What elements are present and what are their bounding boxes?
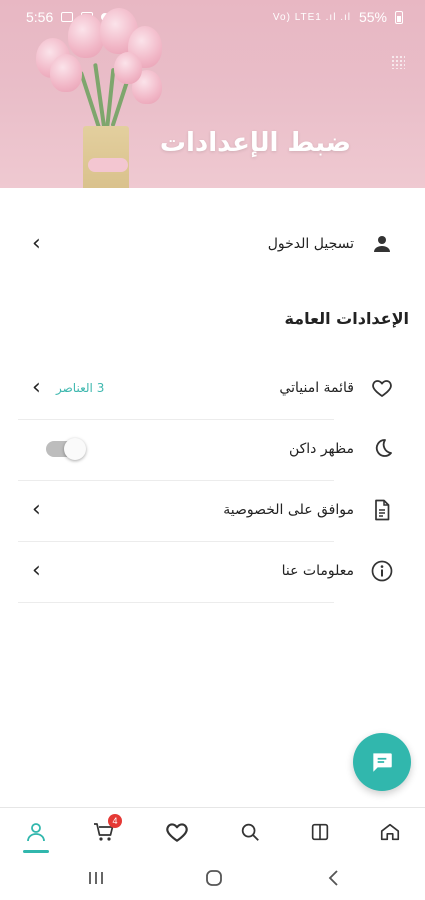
nav-cart[interactable]: 4 — [80, 808, 128, 856]
wishlist-row[interactable]: ‹ 3 العناصر قائمة امنياتي — [18, 358, 408, 418]
heart-icon — [166, 823, 188, 842]
nav-wishlist[interactable] — [153, 808, 201, 856]
dark-mode-label: مظهر داكن — [288, 441, 354, 457]
battery-percent: 55% — [358, 9, 387, 25]
home-button[interactable] — [194, 862, 234, 894]
about-label: معلومات عنا — [281, 563, 354, 579]
moon-icon — [370, 437, 394, 461]
about-row[interactable]: ‹ معلومات عنا — [18, 541, 408, 601]
chevron-left-icon: ‹ — [32, 375, 41, 400]
nav-search[interactable] — [226, 808, 274, 856]
signal-icon: Vo) LTE1 .ıl .ıl — [272, 11, 351, 23]
privacy-row[interactable]: ‹ موافق على الخصوصية — [18, 480, 408, 540]
divider — [18, 602, 334, 603]
profile-icon — [27, 823, 45, 842]
wishlist-count: 3 العناصر — [56, 381, 105, 395]
home-icon — [380, 823, 400, 841]
chat-icon — [373, 753, 392, 772]
header-banner: 5:56 Vo) LTE1 .ıl .ıl 55% ضبط الإعدادات — [0, 0, 425, 188]
heart-icon — [370, 376, 394, 400]
nav-home[interactable] — [366, 808, 414, 856]
active-indicator — [23, 850, 49, 853]
recent-apps-icon — [89, 872, 103, 884]
document-icon — [370, 498, 394, 522]
back-icon — [328, 870, 338, 886]
login-label: تسجيل الدخول — [267, 236, 354, 252]
privacy-label: موافق على الخصوصية — [223, 502, 354, 518]
battery-icon — [395, 10, 403, 24]
decorative-dots — [391, 55, 405, 69]
dark-mode-toggle[interactable] — [46, 438, 86, 460]
cart-badge: 4 — [108, 814, 122, 828]
general-settings-title: الإعدادات العامة — [284, 309, 409, 328]
wishlist-label: قائمة امنياتي — [279, 380, 354, 396]
dark-mode-row: مظهر داكن — [18, 419, 408, 479]
chevron-left-icon: ‹ — [32, 231, 41, 256]
login-row[interactable]: ‹ تسجيل الدخول — [18, 214, 408, 274]
book-icon — [311, 823, 329, 841]
info-icon — [370, 559, 394, 583]
chevron-left-icon: ‹ — [32, 558, 41, 583]
nav-categories[interactable] — [296, 808, 344, 856]
system-nav-bar — [0, 856, 425, 900]
nav-profile[interactable] — [12, 808, 60, 856]
bottom-nav: 4 — [0, 807, 425, 855]
recent-apps-button[interactable] — [76, 862, 116, 894]
search-icon — [241, 823, 259, 841]
chevron-left-icon: ‹ — [32, 497, 41, 522]
home-circle-icon — [206, 870, 222, 886]
chat-fab-button[interactable] — [353, 733, 411, 791]
user-icon — [370, 232, 394, 256]
page-title: ضبط الإعدادات — [159, 128, 351, 158]
back-button[interactable] — [314, 862, 354, 894]
tulip-bouquet-image — [28, 8, 178, 188]
